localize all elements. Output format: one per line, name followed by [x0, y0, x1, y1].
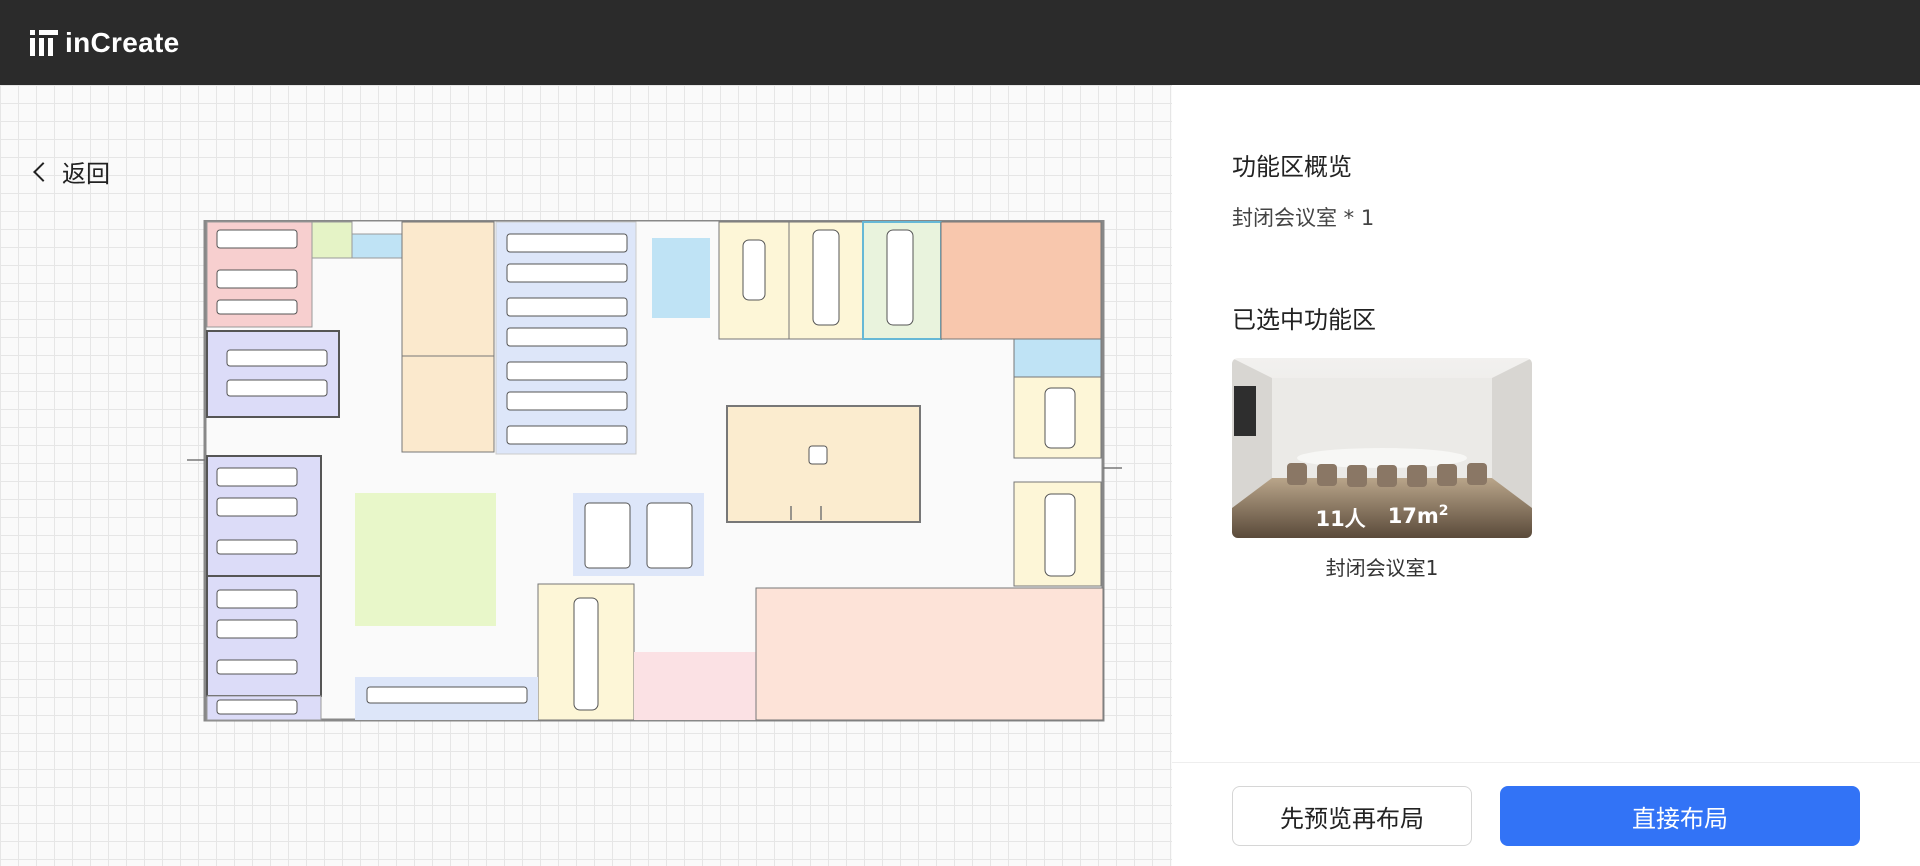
preview-then-layout-button[interactable]: 先预览再布局 [1232, 786, 1472, 846]
overview-item: 封闭会议室 * 1 [1232, 206, 1375, 230]
logo-text: inCreate [65, 26, 180, 58]
zone-green-lounge [355, 493, 496, 626]
action-footer: 先预览再布局 直接布局 [1172, 762, 1920, 866]
side-panel: 功能区概览 封闭会议室 * 1 已选中功能区 11人 17m2 封闭会议室1 [1172, 85, 1920, 866]
zone-salmon-large [755, 587, 1104, 721]
lounge-table [808, 445, 828, 465]
zone-reception-blue [1013, 338, 1102, 378]
zone-office-tan-1 [401, 221, 495, 357]
direct-layout-button[interactable]: 直接布局 [1500, 786, 1860, 846]
zone-pink-small [634, 652, 756, 720]
zone-card-stats: 11人 17m2 [1232, 503, 1532, 533]
desk-cluster [216, 229, 298, 315]
floor-plan[interactable] [187, 220, 1122, 750]
back-button[interactable]: 返回 [32, 154, 110, 189]
zone-card-caption: 封闭会议室1 [1325, 556, 1439, 580]
zone-card-meeting-room[interactable]: 11人 17m2 [1232, 358, 1532, 538]
zone-office-orange [940, 221, 1102, 340]
area-label: 17m2 [1387, 503, 1449, 528]
chevron-left-icon [33, 161, 53, 182]
zone-small-blue [351, 233, 403, 259]
top-bar: inCreate [0, 0, 1920, 85]
desk-cluster [366, 686, 528, 704]
zone-water-blue [652, 238, 710, 318]
zone-office-tan-2 [401, 355, 495, 453]
logo[interactable]: inCreate [29, 27, 179, 59]
selected-title: 已选中功能区 [1232, 306, 1376, 334]
back-label: 返回 [62, 160, 110, 188]
zone-workstation-purple-1 [206, 330, 340, 418]
capacity-label: 11人 [1315, 507, 1366, 531]
overview-title: 功能区概览 [1232, 153, 1352, 181]
zone-small-green [311, 221, 353, 259]
increate-logo-icon [30, 29, 58, 56]
floorplan-canvas: 返回 [0, 85, 1172, 866]
